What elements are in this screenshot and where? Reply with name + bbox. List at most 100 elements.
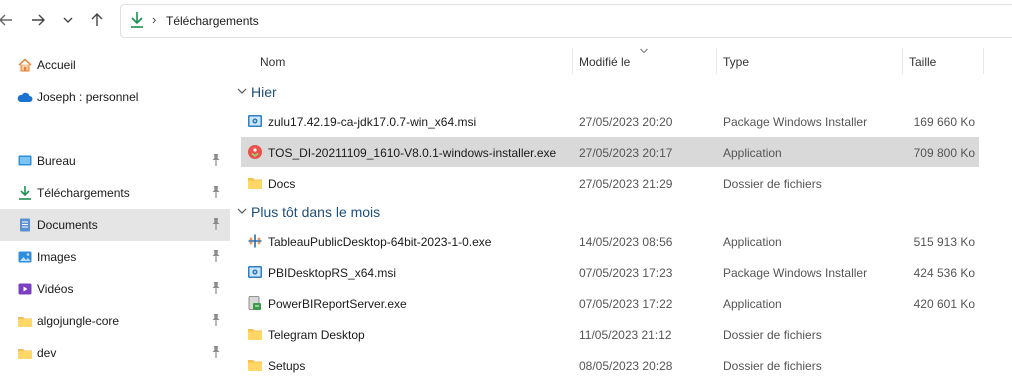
address-toolbar: › Téléchargements <box>0 0 1012 42</box>
sidebar-item-onedrive[interactable]: Joseph : personnel <box>0 81 230 113</box>
column-header-label: Nom <box>260 55 286 69</box>
column-header-label: Taille <box>909 55 937 69</box>
chevron-down-icon[interactable] <box>236 205 248 217</box>
file-row[interactable]: zulu17.42.19-ca-jdk17.0.7-win_x64.msi 27… <box>241 106 979 136</box>
sidebar-item-images[interactable]: Images <box>0 241 230 273</box>
pin-icon[interactable] <box>210 281 222 295</box>
file-type: Application <box>723 146 782 160</box>
column-header-label: Type <box>723 55 750 69</box>
group-header-plus-tot-dans-le-mois[interactable]: Plus tôt dans le mois <box>232 200 532 224</box>
back-arrow-icon[interactable] <box>0 10 18 30</box>
group-header-hier[interactable]: Hier <box>232 80 532 104</box>
file-size: 515 913 Ko <box>913 235 975 249</box>
column-divider[interactable] <box>983 48 984 74</box>
file-row-selected[interactable]: TOS_DI-20211109_1610-V8.0.1-windows-inst… <box>241 137 979 167</box>
column-header-modified[interactable]: Modifié le <box>573 44 715 76</box>
breadcrumb-current[interactable]: Téléchargements <box>166 14 259 28</box>
column-header-size[interactable]: Taille <box>903 44 983 76</box>
sidebar-item-videos[interactable]: Vidéos <box>0 273 230 305</box>
sidebar-item-algojungle-core[interactable]: algojungle-core <box>0 305 230 337</box>
file-type: Application <box>723 235 782 249</box>
documents-icon <box>17 217 33 233</box>
file-row[interactable]: Setups 08/05/2023 20:28 Dossier de fichi… <box>241 350 979 380</box>
sidebar-item-label: Vidéos <box>37 282 74 296</box>
onedrive-cloud-icon <box>17 89 33 105</box>
sidebar-item-label: Documents <box>37 218 98 232</box>
file-date: 08/05/2023 20:28 <box>579 359 673 373</box>
tableau-app-icon <box>247 233 263 249</box>
sidebar-item-accueil[interactable]: Accueil <box>0 49 230 81</box>
setup-app-icon <box>247 295 263 311</box>
file-row[interactable]: PowerBIReportServer.exe 07/05/2023 17:22… <box>241 288 979 318</box>
file-name: Docs <box>268 177 296 191</box>
file-size: 709 800 Ko <box>913 146 975 160</box>
pin-icon[interactable] <box>210 249 222 263</box>
folder-icon <box>17 345 33 361</box>
file-name: TableauPublicDesktop-64bit-2023-1-0.exe <box>268 235 492 249</box>
file-date: 11/05/2023 21:12 <box>579 328 672 342</box>
file-name: Telegram Desktop <box>268 328 365 342</box>
folder-icon <box>247 357 263 373</box>
pin-icon[interactable] <box>210 313 222 327</box>
folder-icon <box>247 326 263 342</box>
up-arrow-icon[interactable] <box>87 10 107 30</box>
file-name: PowerBIReportServer.exe <box>268 297 407 311</box>
forward-arrow-icon[interactable] <box>28 10 48 30</box>
pin-icon[interactable] <box>210 217 222 231</box>
sort-chevron-icon <box>639 44 649 58</box>
sidebar-item-documents[interactable]: Documents <box>0 209 230 241</box>
sidebar-item-label: Images <box>37 250 77 264</box>
group-label: Hier <box>251 84 277 100</box>
msi-installer-icon <box>247 113 263 129</box>
file-type: Application <box>723 297 782 311</box>
file-type: Dossier de fichiers <box>723 177 822 191</box>
file-type: Package Windows Installer <box>723 266 868 280</box>
file-date: 27/05/2023 20:17 <box>579 146 673 160</box>
file-row[interactable]: TableauPublicDesktop-64bit-2023-1-0.exe … <box>241 226 979 256</box>
file-name: TOS_DI-20211109_1610-V8.0.1-windows-inst… <box>268 146 557 160</box>
address-bar[interactable]: › Téléchargements <box>120 4 1012 38</box>
recent-locations-chevron-icon[interactable] <box>58 10 78 30</box>
file-date: 27/05/2023 20:20 <box>579 115 673 129</box>
msi-installer-icon <box>247 264 263 280</box>
desktop-icon <box>17 153 33 169</box>
file-size: 420 601 Ko <box>913 297 975 311</box>
sidebar-item-telechargements[interactable]: Téléchargements <box>0 177 230 209</box>
breadcrumb-separator-icon: › <box>152 12 157 27</box>
file-size: 169 660 Ko <box>913 115 975 129</box>
file-date: 07/05/2023 17:23 <box>579 266 673 280</box>
sidebar-item-bureau[interactable]: Bureau <box>0 145 230 177</box>
file-size: 424 536 Ko <box>913 266 975 280</box>
file-type: Dossier de fichiers <box>723 359 822 373</box>
column-header-type[interactable]: Type <box>717 44 901 76</box>
download-icon <box>129 11 145 29</box>
file-type: Package Windows Installer <box>723 115 868 129</box>
file-date: 07/05/2023 17:22 <box>579 297 673 311</box>
sidebar-item-dev[interactable]: dev <box>0 337 230 369</box>
pin-icon[interactable] <box>210 345 222 359</box>
pin-icon[interactable] <box>210 185 222 199</box>
home-icon <box>17 57 33 73</box>
group-label: Plus tôt dans le mois <box>251 204 381 220</box>
column-header-label: Modifié le <box>579 55 631 69</box>
file-row[interactable]: Docs 27/05/2023 21:29 Dossier de fichier… <box>241 168 979 198</box>
sidebar-item-label: Bureau <box>37 154 76 168</box>
videos-icon <box>17 281 33 297</box>
chevron-down-icon[interactable] <box>236 85 248 97</box>
file-date: 27/05/2023 21:29 <box>579 177 673 191</box>
file-row[interactable]: Telegram Desktop 11/05/2023 21:12 Dossie… <box>241 319 979 349</box>
sidebar-item-label: Téléchargements <box>37 186 130 200</box>
sidebar-item-label: Joseph : personnel <box>37 90 139 104</box>
file-name: Setups <box>268 359 306 373</box>
pin-icon[interactable] <box>210 153 222 167</box>
folder-icon <box>247 175 263 191</box>
navigation-pane: Accueil Joseph : personnel Bureau Téléch… <box>0 42 230 379</box>
folder-icon <box>17 313 33 329</box>
talend-app-icon <box>247 144 263 160</box>
images-icon <box>17 249 33 265</box>
file-row[interactable]: PBIDesktopRS_x64.msi 07/05/2023 17:23 Pa… <box>241 257 979 287</box>
file-name: zulu17.42.19-ca-jdk17.0.7-win_x64.msi <box>268 115 477 129</box>
download-icon <box>17 185 33 201</box>
column-header-name[interactable]: Nom <box>241 44 571 76</box>
file-type: Dossier de fichiers <box>723 328 822 342</box>
